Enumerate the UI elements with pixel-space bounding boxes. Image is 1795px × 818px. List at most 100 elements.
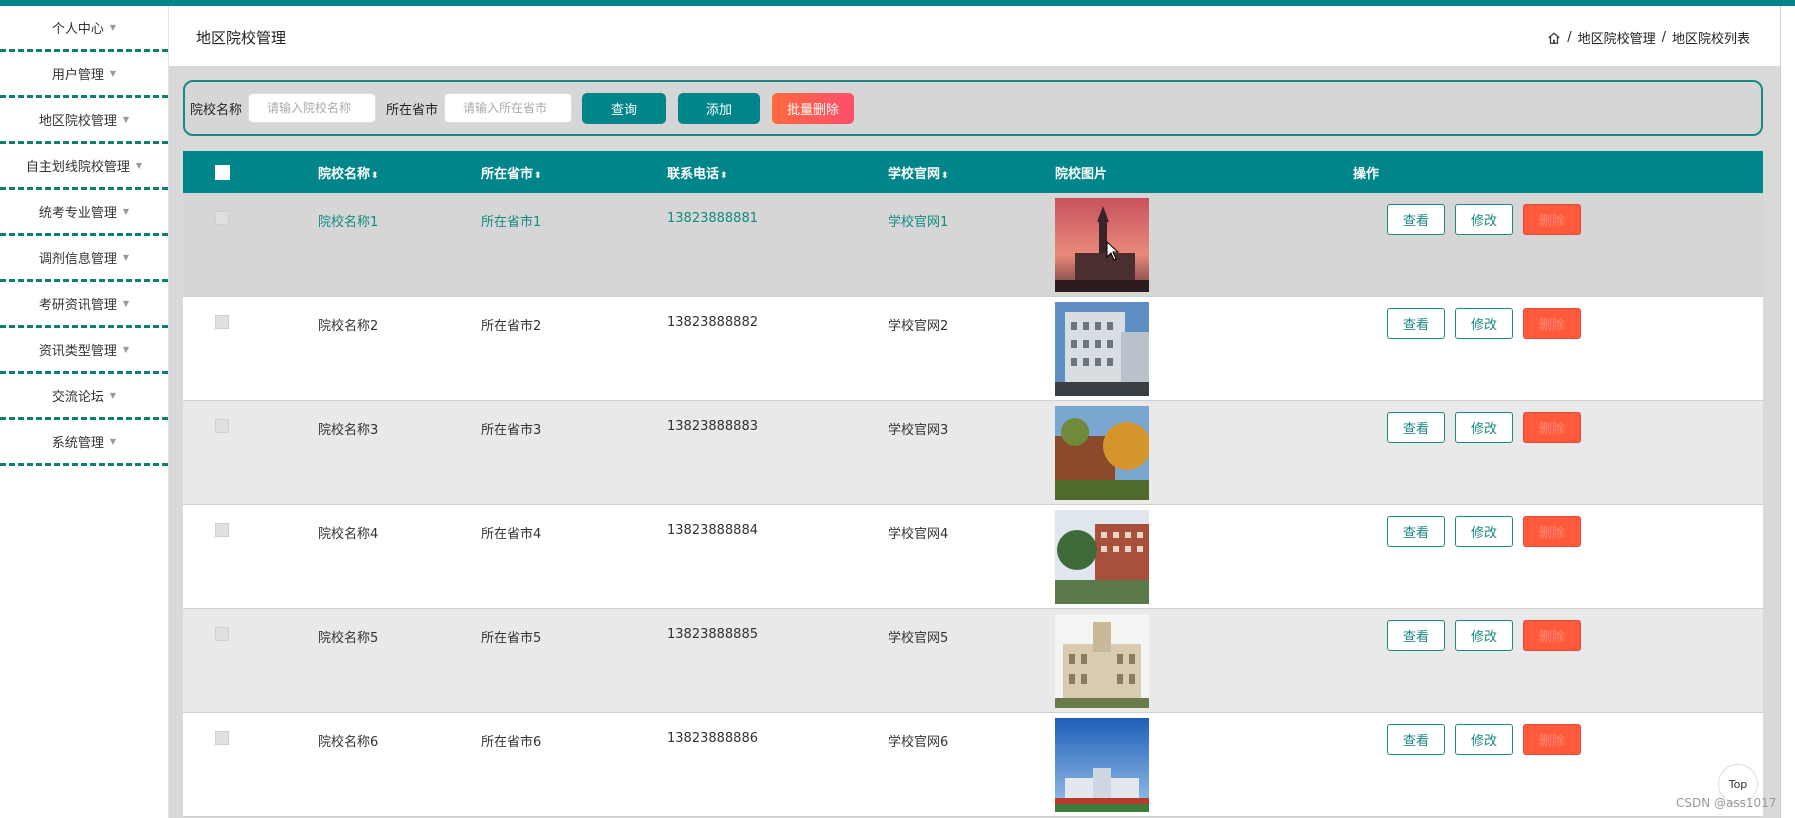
- delete-button[interactable]: 删除: [1523, 204, 1581, 235]
- caret-down-icon: ▼: [109, 69, 117, 78]
- caret-down-icon: ▼: [122, 115, 130, 124]
- sidebar-item-system-management[interactable]: 系统管理 ▼: [0, 420, 168, 466]
- row-checkbox[interactable]: [215, 731, 229, 745]
- edit-button[interactable]: 修改: [1455, 620, 1513, 651]
- row-checkbox[interactable]: [215, 419, 229, 433]
- cell-province: 所在省市2: [481, 319, 542, 334]
- sidebar-item-label: 考研资讯管理: [38, 298, 117, 313]
- breadcrumb-separator: /: [1567, 30, 1572, 45]
- select-all-checkbox[interactable]: [214, 164, 230, 180]
- province-input[interactable]: [444, 93, 573, 123]
- right-scroll-edge[interactable]: [1780, 6, 1795, 818]
- sidebar-item-unified-majors[interactable]: 统考专业管理 ▼: [0, 190, 168, 236]
- cell-phone: 13823888885: [667, 627, 758, 642]
- table-row: 院校名称6 所在省市6 13823888886 学校官网6 查看 修改 删除: [183, 713, 1763, 817]
- cell-phone: 13823888881: [667, 211, 758, 226]
- column-header-ops: 操作: [1353, 166, 1380, 182]
- cell-phone: 13823888886: [667, 731, 758, 746]
- school-image[interactable]: [1055, 718, 1149, 812]
- view-button[interactable]: 查看: [1387, 308, 1445, 339]
- batch-delete-button[interactable]: 批量删除: [772, 92, 855, 124]
- view-button[interactable]: 查看: [1387, 516, 1445, 547]
- cell-school-name: 院校名称4: [318, 527, 379, 542]
- view-button[interactable]: 查看: [1387, 412, 1445, 443]
- caret-down-icon: ▼: [122, 299, 130, 308]
- delete-button[interactable]: 删除: [1523, 308, 1581, 339]
- column-header-phone[interactable]: 联系电话⬍: [619, 163, 831, 182]
- cell-website: 学校官网4: [888, 527, 949, 542]
- row-checkbox[interactable]: [215, 315, 229, 329]
- caret-down-icon: ▼: [122, 253, 130, 262]
- sidebar-item-adjustment-info[interactable]: 调剂信息管理 ▼: [0, 236, 168, 282]
- school-image[interactable]: [1055, 406, 1149, 500]
- delete-button[interactable]: 删除: [1523, 412, 1581, 443]
- cell-website: 学校官网6: [888, 735, 949, 750]
- caret-down-icon: ▼: [109, 391, 117, 400]
- query-button[interactable]: 查询: [582, 92, 667, 124]
- sidebar-item-label: 统考专业管理: [38, 206, 117, 221]
- school-image[interactable]: [1055, 198, 1149, 292]
- sidebar-item-label: 自主划线院校管理: [25, 160, 130, 175]
- sort-icon: ⬍: [720, 170, 728, 181]
- cell-school-name: 院校名称3: [318, 423, 379, 438]
- sidebar-menu: 个人中心 ▼ 用户管理 ▼ 地区院校管理 ▼ 自主划线院校管理 ▼ 统考专业管理 ▼ 调剂…: [0, 6, 168, 818]
- caret-down-icon: ▼: [122, 207, 130, 216]
- column-header-name[interactable]: 院校名称⬍: [261, 163, 429, 182]
- edit-button[interactable]: 修改: [1455, 308, 1513, 339]
- cell-province: 所在省市1: [481, 215, 542, 230]
- school-name-input[interactable]: [248, 93, 377, 123]
- edit-button[interactable]: 修改: [1455, 516, 1513, 547]
- column-header-website[interactable]: 学校官网⬍: [831, 163, 1055, 182]
- sidebar-item-news-types[interactable]: 资讯类型管理 ▼: [0, 328, 168, 374]
- cell-phone: 13823888882: [667, 315, 758, 330]
- breadcrumb-item-regional-schools[interactable]: 地区院校管理: [1578, 28, 1656, 47]
- main-content: 院校名称 所在省市 查询 添加 批量删除 院校名称⬍ 所在省市⬍ 联系电话⬍ 学…: [169, 66, 1780, 818]
- sidebar-item-personal-center[interactable]: 个人中心 ▼: [0, 6, 168, 52]
- sidebar-item-label: 调剂信息管理: [38, 252, 117, 267]
- view-button[interactable]: 查看: [1387, 724, 1445, 755]
- watermark-text: CSDN @ass1017: [1676, 796, 1777, 810]
- sidebar-item-forum[interactable]: 交流论坛 ▼: [0, 374, 168, 420]
- sort-icon: ⬍: [941, 170, 949, 181]
- caret-down-icon: ▼: [109, 437, 117, 446]
- school-name-label: 院校名称: [190, 102, 243, 118]
- edit-button[interactable]: 修改: [1455, 412, 1513, 443]
- row-checkbox[interactable]: [215, 627, 229, 641]
- view-button[interactable]: 查看: [1387, 204, 1445, 235]
- row-checkbox[interactable]: [215, 523, 229, 537]
- sidebar-item-label: 用户管理: [51, 68, 104, 83]
- cell-phone: 13823888883: [667, 419, 758, 434]
- school-image[interactable]: [1055, 614, 1149, 708]
- delete-button[interactable]: 删除: [1523, 620, 1581, 651]
- view-button[interactable]: 查看: [1387, 620, 1445, 651]
- table-row: 院校名称3 所在省市3 13823888883 学校官网3 查看 修改 删除: [183, 401, 1763, 505]
- cell-website: 学校官网5: [888, 631, 949, 646]
- cell-website: 学校官网1: [888, 215, 949, 230]
- sidebar-item-label: 交流论坛: [51, 390, 104, 405]
- sidebar-item-user-management[interactable]: 用户管理 ▼: [0, 52, 168, 98]
- row-checkbox[interactable]: [215, 211, 229, 225]
- delete-button[interactable]: 删除: [1523, 724, 1581, 755]
- sidebar-item-label: 个人中心: [51, 22, 104, 37]
- edit-button[interactable]: 修改: [1455, 204, 1513, 235]
- home-icon[interactable]: [1547, 31, 1561, 45]
- column-header-image: 院校图片: [1055, 166, 1108, 182]
- sidebar-item-label: 系统管理: [51, 436, 104, 451]
- school-image[interactable]: [1055, 510, 1149, 604]
- cell-phone: 13823888884: [667, 523, 758, 538]
- cell-school-name: 院校名称5: [318, 631, 379, 646]
- column-header-province[interactable]: 所在省市⬍: [429, 163, 619, 182]
- cell-school-name: 院校名称6: [318, 735, 379, 750]
- sidebar-item-regional-schools[interactable]: 地区院校管理 ▼: [0, 98, 168, 144]
- edit-button[interactable]: 修改: [1455, 724, 1513, 755]
- school-image[interactable]: [1055, 302, 1149, 396]
- delete-button[interactable]: 删除: [1523, 516, 1581, 547]
- cell-website: 学校官网2: [888, 319, 949, 334]
- cell-school-name: 院校名称1: [318, 215, 379, 230]
- sort-icon: ⬍: [534, 170, 542, 181]
- sidebar-item-exam-news[interactable]: 考研资讯管理 ▼: [0, 282, 168, 328]
- table-header: 院校名称⬍ 所在省市⬍ 联系电话⬍ 学校官网⬍ 院校图片 操作: [183, 151, 1763, 193]
- add-button[interactable]: 添加: [678, 92, 761, 124]
- caret-down-icon: ▼: [135, 161, 143, 170]
- sidebar-item-self-scoring-schools[interactable]: 自主划线院校管理 ▼: [0, 144, 168, 190]
